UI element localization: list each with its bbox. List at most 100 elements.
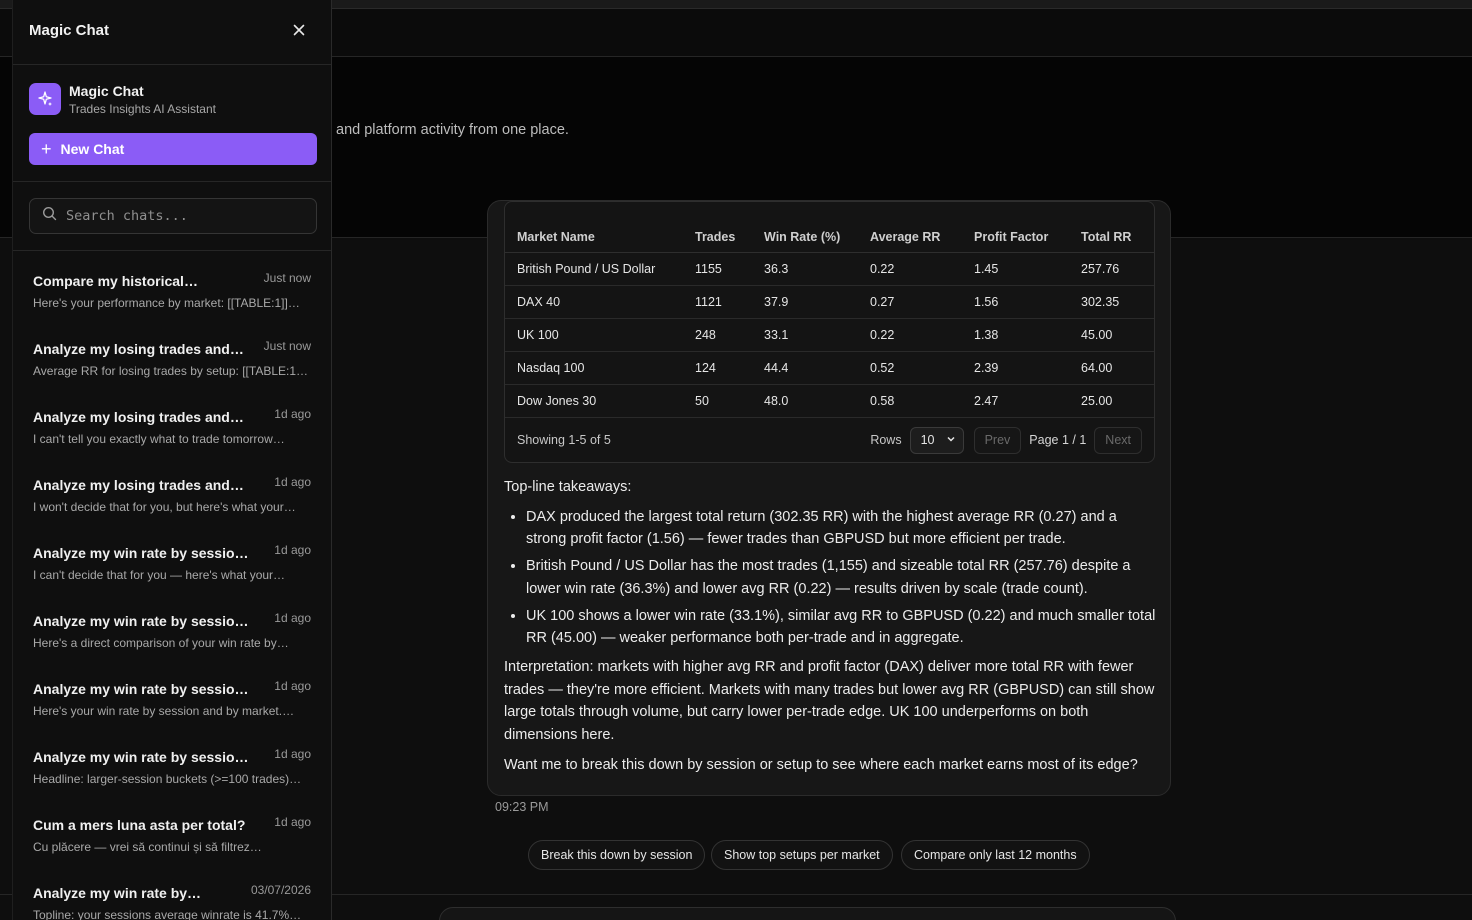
chat-history-item[interactable]: Compare my historical… Just now Here's y… <box>13 262 331 330</box>
table-cell: 33.1 <box>752 318 858 352</box>
table-cell: 0.58 <box>858 384 962 418</box>
divider <box>13 250 331 251</box>
list-item: UK 100 shows a lower win rate (33.1%), s… <box>526 605 1156 650</box>
table-cell: 1.38 <box>962 318 1069 352</box>
search-placeholder: Search chats... <box>66 208 188 224</box>
search-input[interactable]: Search chats... <box>29 198 317 234</box>
table-cell: 2.47 <box>962 384 1069 418</box>
chat-time: 1d ago <box>274 747 311 761</box>
chat-preview: Here's your win rate by session and by m… <box>33 704 295 718</box>
chat-history-item[interactable]: Analyze my win rate by sessions… 1d ago … <box>13 534 331 602</box>
assistant-brand: Magic Chat Trades Insights AI Assistant <box>29 82 319 118</box>
chat-preview: Here's a direct comparison of your win r… <box>33 636 289 650</box>
chat-time: 1d ago <box>274 475 311 489</box>
chat-history-item[interactable]: Analyze my win rate by sessions… 1d ago … <box>13 738 331 806</box>
chat-history-item[interactable]: Cum a mers luna asta per total? 1d ago C… <box>13 806 331 874</box>
suggestion-chip[interactable]: Break this down by session <box>528 840 706 870</box>
chat-history-item[interactable]: Analyze my losing trades and… Just now A… <box>13 330 331 398</box>
table-cell: 45.00 <box>1069 318 1154 352</box>
chat-title: Cum a mers luna asta per total? <box>33 817 246 833</box>
suggestion-chip[interactable]: Show top setups per market <box>711 840 893 870</box>
table-cell: 0.22 <box>858 318 962 352</box>
table-cell: 1121 <box>683 285 752 319</box>
chat-history-item[interactable]: Analyze my win rate by sessions… 1d ago … <box>13 602 331 670</box>
column-header[interactable]: Trades <box>683 202 752 253</box>
chat-title: Analyze my losing trades and… <box>33 409 244 425</box>
table-cell: 44.4 <box>752 351 858 385</box>
chat-preview: I won't decide that for you, but here's … <box>33 500 296 514</box>
chat-history-item[interactable]: Analyze my win rate by sessions… 1d ago … <box>13 670 331 738</box>
suggestion-chip[interactable]: Compare only last 12 months <box>901 840 1090 870</box>
column-header[interactable]: Total RR <box>1069 202 1154 253</box>
chat-title: Analyze my losing trades and… <box>33 477 244 493</box>
table-cell: Dow Jones 30 <box>505 384 683 418</box>
data-table: Market Name Trades Win Rate (%) Average … <box>505 202 1154 418</box>
hero-subtitle: and platform activity from one place. <box>336 122 569 138</box>
table-cell: 1.45 <box>962 252 1069 286</box>
followup-question: Want me to break this down by session or… <box>504 756 1138 773</box>
table-cell: 0.27 <box>858 285 962 319</box>
table-cell: 50 <box>683 384 752 418</box>
table-row: UK 100 248 33.1 0.22 1.38 45.00 <box>505 318 1154 352</box>
table-cell: 257.76 <box>1069 252 1154 286</box>
chat-preview: Headline: larger-session buckets (>=100 … <box>33 772 302 786</box>
page-indicator: Page 1 / 1 <box>1029 433 1087 447</box>
rows-label: Rows <box>870 433 902 447</box>
brand-name: Magic Chat <box>69 83 144 99</box>
chat-preview: Cu plăcere — vrei să continui și să filt… <box>33 840 262 854</box>
column-header[interactable]: Profit Factor <box>962 202 1069 253</box>
rows-per-page-value: 10 <box>920 433 935 447</box>
table-cell: UK 100 <box>505 318 683 352</box>
table-row: British Pound / US Dollar 1155 36.3 0.22… <box>505 252 1154 286</box>
chevron-down-icon <box>946 433 956 447</box>
chat-time: Just now <box>263 271 311 285</box>
column-header[interactable]: Average RR <box>858 202 962 253</box>
table-cell: 37.9 <box>752 285 858 319</box>
table-cell: 248 <box>683 318 752 352</box>
takeaways-list: DAX produced the largest total return (3… <box>504 506 1156 650</box>
chat-title: Analyze my win rate by… <box>33 885 202 901</box>
table-cell: 302.35 <box>1069 285 1154 319</box>
table-cell: 64.00 <box>1069 351 1154 385</box>
chat-time: 1d ago <box>274 543 311 557</box>
chat-history-item[interactable]: Analyze my losing trades and… 1d ago I c… <box>13 398 331 466</box>
search-icon <box>42 206 57 226</box>
next-page-button[interactable]: Next <box>1094 426 1142 454</box>
message-composer[interactable] <box>439 907 1176 920</box>
new-chat-button[interactable]: + New Chat <box>29 133 317 165</box>
column-header[interactable]: Market Name <box>505 202 683 253</box>
chat-time: 03/07/2026 <box>250 883 311 897</box>
chat-time: 1d ago <box>274 611 311 625</box>
chat-title: Analyze my losing trades and… <box>33 341 244 357</box>
market-table: Market Name Trades Win Rate (%) Average … <box>504 201 1155 463</box>
table-cell: 0.22 <box>858 252 962 286</box>
table-cell: 124 <box>683 351 752 385</box>
close-icon <box>293 23 305 41</box>
chat-title: Analyze my win rate by sessions… <box>33 681 253 697</box>
chat-history-item[interactable]: Analyze my losing trades and… 1d ago I w… <box>13 466 331 534</box>
chat-preview: Topline: your sessions average winrate i… <box>33 908 302 920</box>
table-cell: DAX 40 <box>505 285 683 319</box>
message-timestamp: 09:23 PM <box>495 800 549 814</box>
table-cell: 48.0 <box>752 384 858 418</box>
sparkles-icon <box>29 83 61 115</box>
table-cell: 2.39 <box>962 351 1069 385</box>
column-header[interactable]: Win Rate (%) <box>752 202 858 253</box>
table-row: Nasdaq 100 124 44.4 0.52 2.39 64.00 <box>505 351 1154 385</box>
chat-title: Analyze my win rate by sessions… <box>33 613 253 629</box>
table-cell: 36.3 <box>752 252 858 286</box>
chat-time: 1d ago <box>274 679 311 693</box>
divider <box>13 181 331 182</box>
interpretation-text: Interpretation: markets with higher avg … <box>504 658 1155 744</box>
chat-history-item[interactable]: Analyze my win rate by… 03/07/2026 Topli… <box>13 874 331 920</box>
table-row: DAX 40 1121 37.9 0.27 1.56 302.35 <box>505 285 1154 319</box>
prev-page-button[interactable]: Prev <box>973 426 1022 454</box>
message-body: Top-line takeaways: DAX produced the lar… <box>504 476 1156 783</box>
table-cell: British Pound / US Dollar <box>505 252 683 286</box>
list-item: DAX produced the largest total return (3… <box>526 506 1156 551</box>
close-button[interactable] <box>289 22 309 42</box>
table-cell: 25.00 <box>1069 384 1154 418</box>
chat-title: Analyze my win rate by sessions… <box>33 749 253 765</box>
rows-per-page-select[interactable]: 10 <box>909 426 964 454</box>
chat-title: Compare my historical… <box>33 273 198 289</box>
